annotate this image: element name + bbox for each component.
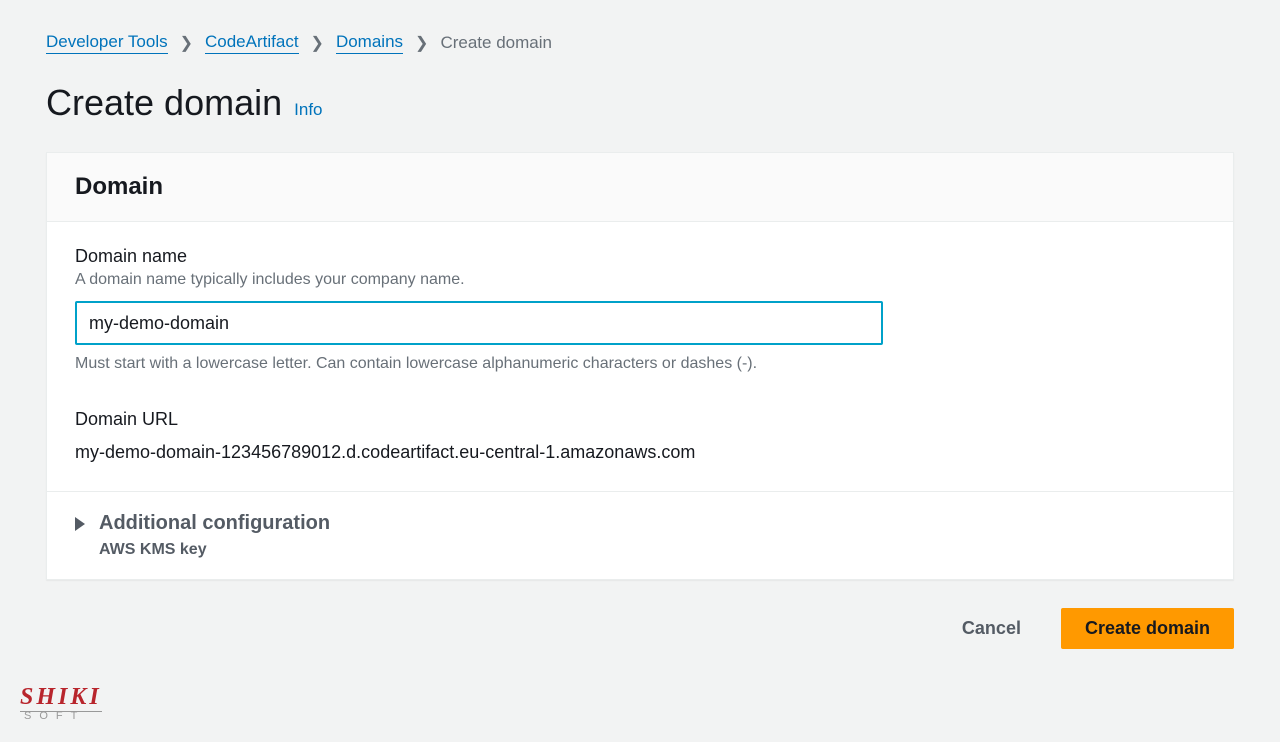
breadcrumb: Developer Tools ❯ CodeArtifact ❯ Domains… xyxy=(46,32,1234,54)
domain-url-label: Domain URL xyxy=(75,409,1205,430)
additional-configuration-subtitle: AWS KMS key xyxy=(99,541,1205,559)
page-title: Create domain xyxy=(46,82,282,124)
additional-configuration-title: Additional configuration xyxy=(99,512,330,535)
additional-configuration-section: Additional configuration AWS KMS key xyxy=(47,491,1233,579)
domain-url-section: Domain URL my-demo-domain-123456789012.d… xyxy=(75,409,1205,463)
domain-panel: Domain Domain name A domain name typical… xyxy=(46,152,1234,580)
breadcrumb-developer-tools[interactable]: Developer Tools xyxy=(46,32,168,54)
domain-url-value: my-demo-domain-123456789012.d.codeartifa… xyxy=(75,442,1205,463)
breadcrumb-codeartifact[interactable]: CodeArtifact xyxy=(205,32,299,54)
button-row: Cancel Create domain xyxy=(46,608,1234,649)
chevron-right-icon: ❯ xyxy=(180,33,193,53)
chevron-right-icon: ❯ xyxy=(311,33,324,53)
caret-right-icon xyxy=(75,517,85,531)
breadcrumb-domains[interactable]: Domains xyxy=(336,32,403,54)
domain-name-constraint: Must start with a lowercase letter. Can … xyxy=(75,355,1205,373)
chevron-right-icon: ❯ xyxy=(415,33,428,53)
create-domain-button[interactable]: Create domain xyxy=(1061,608,1234,649)
panel-header: Domain xyxy=(47,153,1233,222)
info-link[interactable]: Info xyxy=(294,100,322,120)
shiki-logo: SHIKI SOFT xyxy=(20,684,102,722)
panel-title: Domain xyxy=(75,173,1205,201)
additional-configuration-toggle[interactable]: Additional configuration xyxy=(75,512,1205,535)
cancel-button[interactable]: Cancel xyxy=(938,608,1045,649)
domain-name-label: Domain name xyxy=(75,246,1205,267)
domain-name-field: Domain name A domain name typically incl… xyxy=(75,246,1205,373)
domain-name-description: A domain name typically includes your co… xyxy=(75,271,1205,289)
logo-main: SHIKI xyxy=(20,684,102,712)
domain-name-input[interactable] xyxy=(75,301,883,345)
breadcrumb-current: Create domain xyxy=(440,33,552,53)
